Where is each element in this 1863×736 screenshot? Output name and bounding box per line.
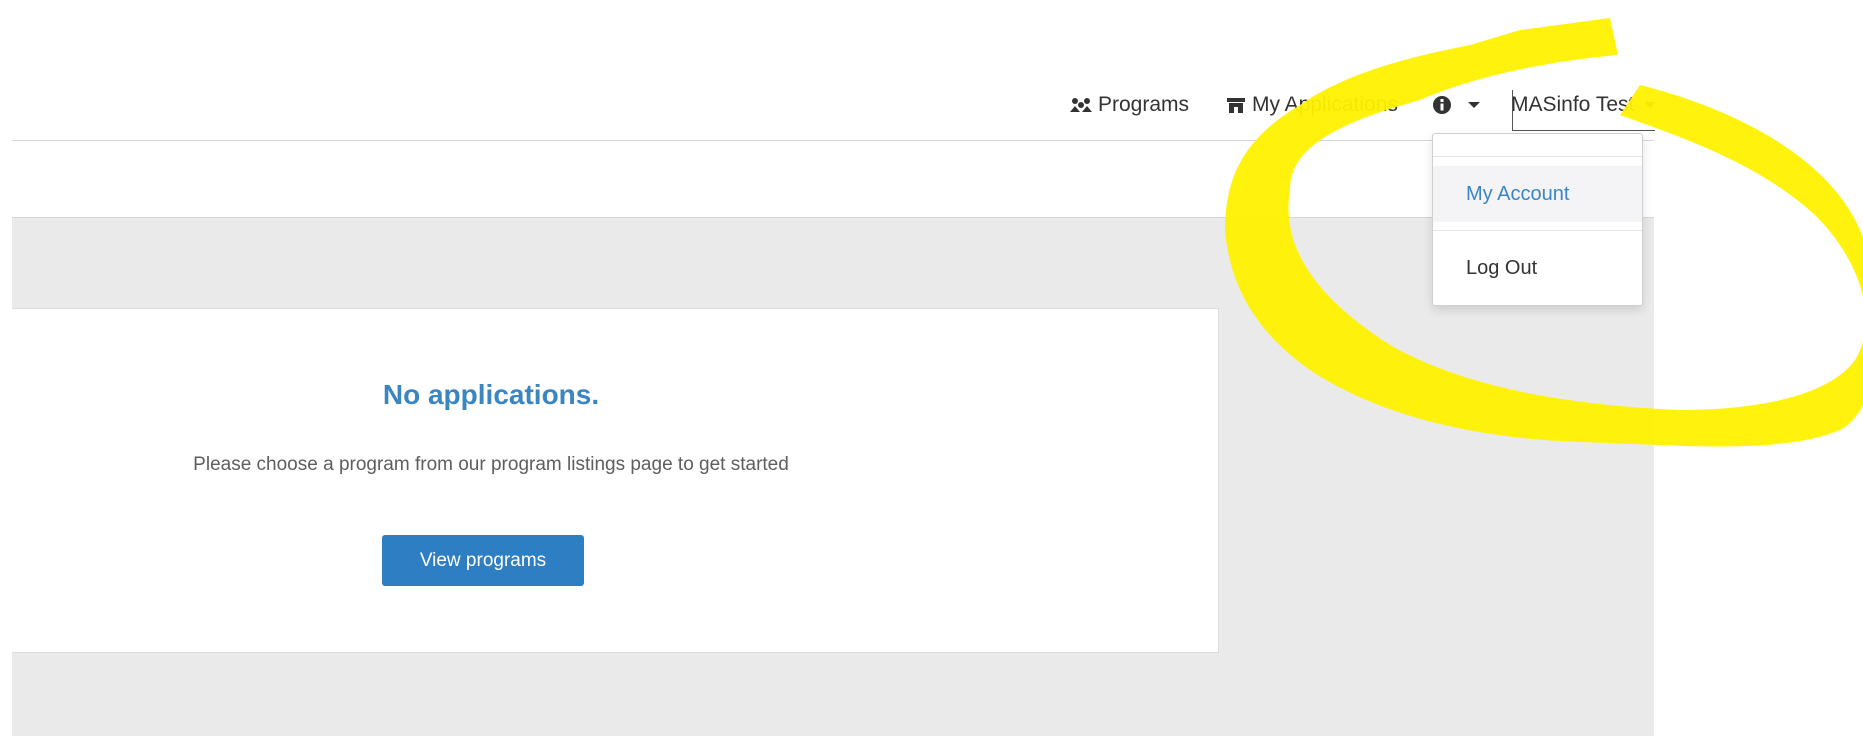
top-navbar: Programs My Applications MASinfo Test xyxy=(12,0,1657,141)
nav-info-dropdown[interactable] xyxy=(1432,90,1480,120)
user-dropdown-menu: My Account Log Out xyxy=(1432,133,1643,306)
empty-state-panel: No applications. Please choose a program… xyxy=(12,308,1219,653)
programs-icon xyxy=(1070,98,1092,112)
shop-icon xyxy=(1227,97,1245,113)
dropdown-item-my-account[interactable]: My Account xyxy=(1433,166,1642,222)
view-programs-button[interactable]: View programs xyxy=(382,535,584,586)
dropdown-divider xyxy=(1433,230,1642,231)
empty-state-message: Please choose a program from our program… xyxy=(193,454,789,475)
nav-my-applications-link[interactable]: My Applications xyxy=(1226,90,1398,120)
nav-programs-label: Programs xyxy=(1098,93,1190,116)
info-icon xyxy=(1433,96,1451,114)
user-toggle-focus-outline xyxy=(1512,90,1655,131)
dropdown-divider xyxy=(1433,156,1642,157)
nav-my-applications-label: My Applications xyxy=(1252,93,1398,116)
nav-programs-link[interactable]: Programs xyxy=(1070,90,1189,120)
dropdown-item-log-out[interactable]: Log Out xyxy=(1433,240,1642,296)
caret-down-icon xyxy=(1468,102,1480,108)
empty-state-title: No applications. xyxy=(382,379,600,410)
main-content: No applications. Please choose a program… xyxy=(12,218,1654,736)
sub-header-bar xyxy=(12,141,1654,218)
